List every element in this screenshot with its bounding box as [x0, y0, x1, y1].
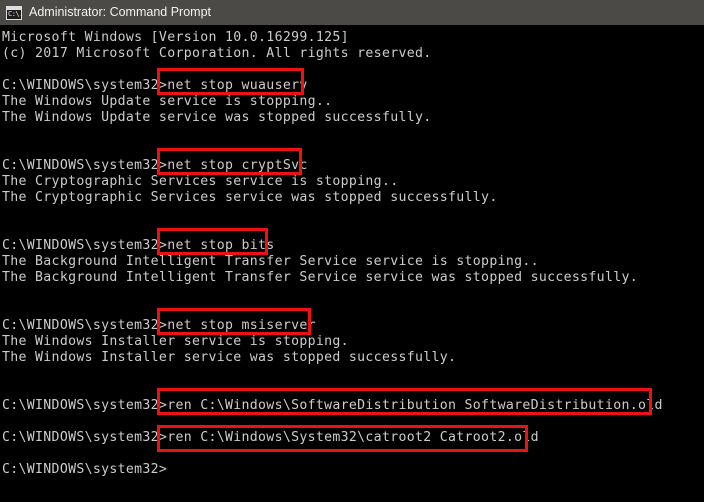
- console-line: (c) 2017 Microsoft Corporation. All righ…: [2, 46, 432, 61]
- window-title: Administrator: Command Prompt: [29, 5, 212, 19]
- console-line: The Background Intelligent Transfer Serv…: [2, 254, 539, 269]
- console-line: C:\WINDOWS\system32>net stop cryptSvc: [2, 158, 308, 173]
- console-line: C:\WINDOWS\system32>net stop bits: [2, 238, 275, 253]
- console-line: The Cryptographic Services service is st…: [2, 174, 399, 189]
- console-line: C:\WINDOWS\system32>ren C:\Windows\Syste…: [2, 430, 539, 445]
- console-line: Microsoft Windows [Version 10.0.16299.12…: [2, 30, 349, 45]
- command-prompt-window: C:\. Administrator: Command Prompt Micro…: [0, 0, 704, 502]
- console-output-area[interactable]: Microsoft Windows [Version 10.0.16299.12…: [0, 25, 704, 502]
- console-window-icon: C:\.: [6, 5, 22, 20]
- console-line: C:\WINDOWS\system32>: [2, 462, 168, 477]
- console-line: C:\WINDOWS\system32>ren C:\Windows\Softw…: [2, 398, 663, 413]
- icon-prompt-glyph: C:\.: [8, 9, 22, 18]
- console-line: C:\WINDOWS\system32>net stop wuauserv: [2, 78, 308, 93]
- console-line: C:\WINDOWS\system32>net stop msiserver: [2, 318, 316, 333]
- console-line: The Background Intelligent Transfer Serv…: [2, 270, 638, 285]
- console-line: The Windows Update service is stopping..: [2, 94, 333, 109]
- console-line: The Cryptographic Services service was s…: [2, 190, 498, 205]
- console-line: The Windows Installer service is stoppin…: [2, 334, 349, 349]
- window-titlebar[interactable]: C:\. Administrator: Command Prompt: [0, 0, 704, 25]
- console-line: The Windows Update service was stopped s…: [2, 110, 432, 125]
- console-line: The Windows Installer service was stoppe…: [2, 350, 457, 365]
